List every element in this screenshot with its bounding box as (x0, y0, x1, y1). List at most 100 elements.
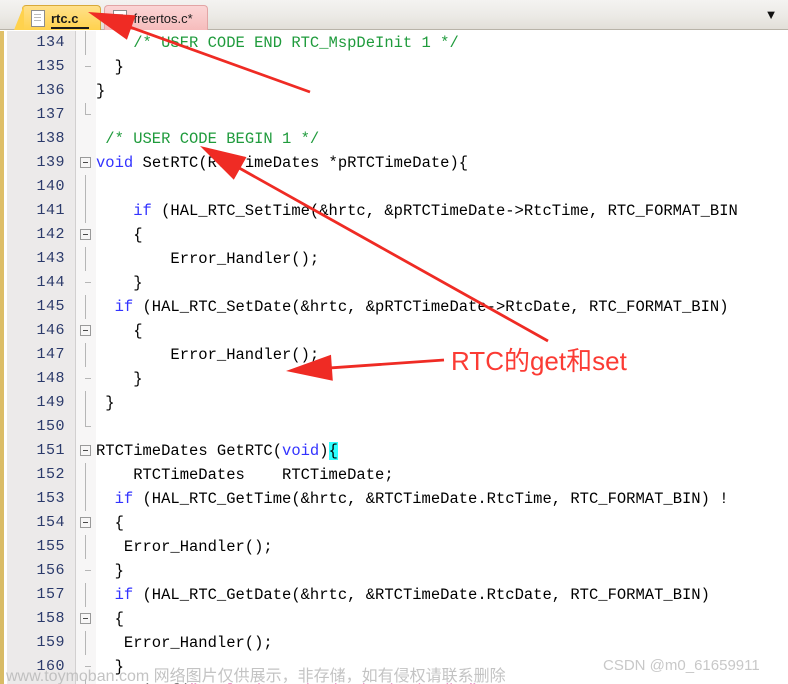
code-token-keyword: if (133, 202, 152, 220)
code-text: /* USER CODE BEGIN 1 */ (105, 127, 319, 151)
code-token-keyword: void (96, 154, 134, 172)
code-text: Error_Handler(); (124, 631, 273, 655)
code-text: /* USER CODE END RTC_MspDeInit 1 */ (133, 31, 459, 55)
code-token-comment: /* USER CODE BEGIN 1 */ (105, 130, 320, 148)
code-text: } (115, 559, 124, 583)
code-line[interactable]: 153 if (HAL_RTC_GetTime(&hrtc, &RTCTimeDa… (0, 487, 788, 511)
code-token-plain: SetRTC(RTCTimeDates *pRTCTimeDate){ (133, 154, 469, 172)
line-number: 137 (36, 106, 65, 123)
code-line[interactable]: 152 RTCTimeDates RTCTimeDate; (0, 463, 788, 487)
editor-window: rtc.c freertos.c* ▼ 134 /* USER CODE END … (0, 0, 788, 684)
indent-guide (85, 343, 86, 367)
code-line[interactable]: 134 /* USER CODE END RTC_MspDeInit 1 */ (0, 31, 788, 55)
code-text: { (133, 223, 142, 247)
code-line[interactable]: 142 { (0, 223, 788, 247)
tab-label-freertos-c: freertos.c* (133, 10, 193, 26)
code-token-plain: { (133, 322, 143, 340)
indent-guide (85, 583, 86, 607)
line-number: 154 (36, 514, 65, 531)
code-line[interactable]: 159 Error_Handler(); (0, 631, 788, 655)
line-number: 157 (36, 586, 65, 603)
indent-guide (85, 535, 86, 559)
code-line[interactable]: 146 { (0, 319, 788, 343)
code-line[interactable]: 149} (0, 391, 788, 415)
fold-toggle-icon[interactable] (80, 517, 91, 528)
indent-guide (85, 415, 91, 427)
code-line[interactable]: 143 Error_Handler(); (0, 247, 788, 271)
code-text: } (133, 367, 142, 391)
annotation-note: RTC的get和set (451, 346, 627, 376)
code-line[interactable]: 147 Error_Handler(); (0, 343, 788, 367)
code-line[interactable]: 139 void SetRTC(RTCTimeDates *pRTCTimeDat… (0, 151, 788, 175)
code-line[interactable]: 141 if (HAL_RTC_SetTime(&hrtc, &pRTCTimeD… (0, 199, 788, 223)
fold-toggle-icon[interactable] (80, 325, 91, 336)
fold-toggle-icon[interactable] (80, 229, 91, 240)
line-number: 159 (36, 634, 65, 651)
line-number: 139 (36, 154, 65, 171)
code-token-plain: ) (319, 442, 329, 460)
active-tab-underline (51, 27, 89, 29)
indent-guide (85, 31, 86, 55)
fold-toggle-icon[interactable] (80, 445, 91, 456)
file-icon (113, 9, 128, 27)
code-line[interactable]: 138 /* USER CODE BEGIN 1 */ (0, 127, 788, 151)
code-text: if (HAL_RTC_GetTime(&hrtc, &RTCTimeDate.… (115, 487, 729, 511)
tab-label-rtc-c: rtc.c (51, 10, 79, 26)
code-editor-pane[interactable]: 134/* USER CODE END RTC_MspDeInit 1 */13… (0, 31, 788, 684)
code-text: } (115, 55, 124, 79)
code-token-plain: } (114, 58, 124, 76)
code-token-plain: RTCTimeDates RTCTimeDate; (133, 466, 394, 484)
line-number: 144 (36, 274, 65, 291)
code-line[interactable]: 148} (0, 367, 788, 391)
code-text: void SetRTC(RTCTimeDates *pRTCTimeDate){ (96, 151, 468, 175)
code-text: Error_Handler(); (124, 535, 273, 559)
indent-guide (85, 282, 91, 283)
code-token-plain: Error_Handler(); (123, 538, 273, 556)
code-token-keyword: if (114, 586, 134, 604)
indent-guide (85, 175, 86, 199)
code-line[interactable]: 135} (0, 55, 788, 79)
line-number: 146 (36, 322, 65, 339)
tab-freertos-c[interactable]: freertos.c* (104, 5, 208, 30)
code-token-plain: (HAL_RTC_GetDate(&hrtc, &RTCTimeDate.Rtc… (133, 586, 710, 604)
code-line[interactable]: 136} (0, 79, 788, 103)
code-line[interactable]: 156} (0, 559, 788, 583)
code-text: RTCTimeDates GetRTC(void){ (96, 439, 338, 463)
indent-guide (85, 66, 91, 67)
code-line[interactable]: 151 RTCTimeDates GetRTC(void){ (0, 439, 788, 463)
tab-strip: rtc.c freertos.c* (13, 2, 211, 30)
code-token-plain: (HAL_RTC_GetTime(&hrtc, &RTCTimeDate.Rtc… (133, 490, 729, 508)
code-line[interactable]: 154 { (0, 511, 788, 535)
line-number: 147 (36, 346, 65, 363)
code-line[interactable]: 155 Error_Handler(); (0, 535, 788, 559)
code-line[interactable]: 157 if (HAL_RTC_GetDate(&hrtc, &RTCTimeDa… (0, 583, 788, 607)
indent-guide (85, 199, 86, 223)
code-text: RTCTimeDates RTCTimeDate; (133, 463, 393, 487)
code-line[interactable]: 145 if (HAL_RTC_SetDate(&hrtc, &pRTCTimeD… (0, 295, 788, 319)
code-token-comment: /* USER CODE END RTC_MspDeInit 1 */ (133, 34, 459, 52)
line-number: 143 (36, 250, 65, 267)
tab-rtc-c[interactable]: rtc.c (13, 5, 102, 30)
code-token-plain: (HAL_RTC_SetDate(&hrtc, &pRTCTimeDate->R… (133, 298, 729, 316)
line-number: 138 (36, 130, 65, 147)
code-text: if (HAL_RTC_SetTime(&hrtc, &pRTCTimeDate… (133, 199, 738, 223)
code-line[interactable]: 150 (0, 415, 788, 439)
code-line[interactable]: 140 (0, 175, 788, 199)
file-icon (31, 9, 45, 27)
chevron-down-icon[interactable]: ▼ (764, 8, 778, 22)
line-number: 134 (36, 34, 65, 51)
code-text: if (HAL_RTC_GetDate(&hrtc, &RTCTimeDate.… (115, 583, 710, 607)
code-line[interactable]: 144} (0, 271, 788, 295)
code-line[interactable]: 137 (0, 103, 788, 127)
fold-toggle-icon[interactable] (80, 157, 91, 168)
code-line[interactable]: 158 { (0, 607, 788, 631)
line-number: 155 (36, 538, 65, 555)
line-number: 145 (36, 298, 65, 315)
indent-guide (85, 295, 86, 319)
code-token-plain: { (114, 514, 124, 532)
fold-toggle-icon[interactable] (80, 613, 91, 624)
line-number: 140 (36, 178, 65, 195)
code-token-plain: } (133, 370, 143, 388)
code-text: { (115, 511, 124, 535)
line-number: 148 (36, 370, 65, 387)
